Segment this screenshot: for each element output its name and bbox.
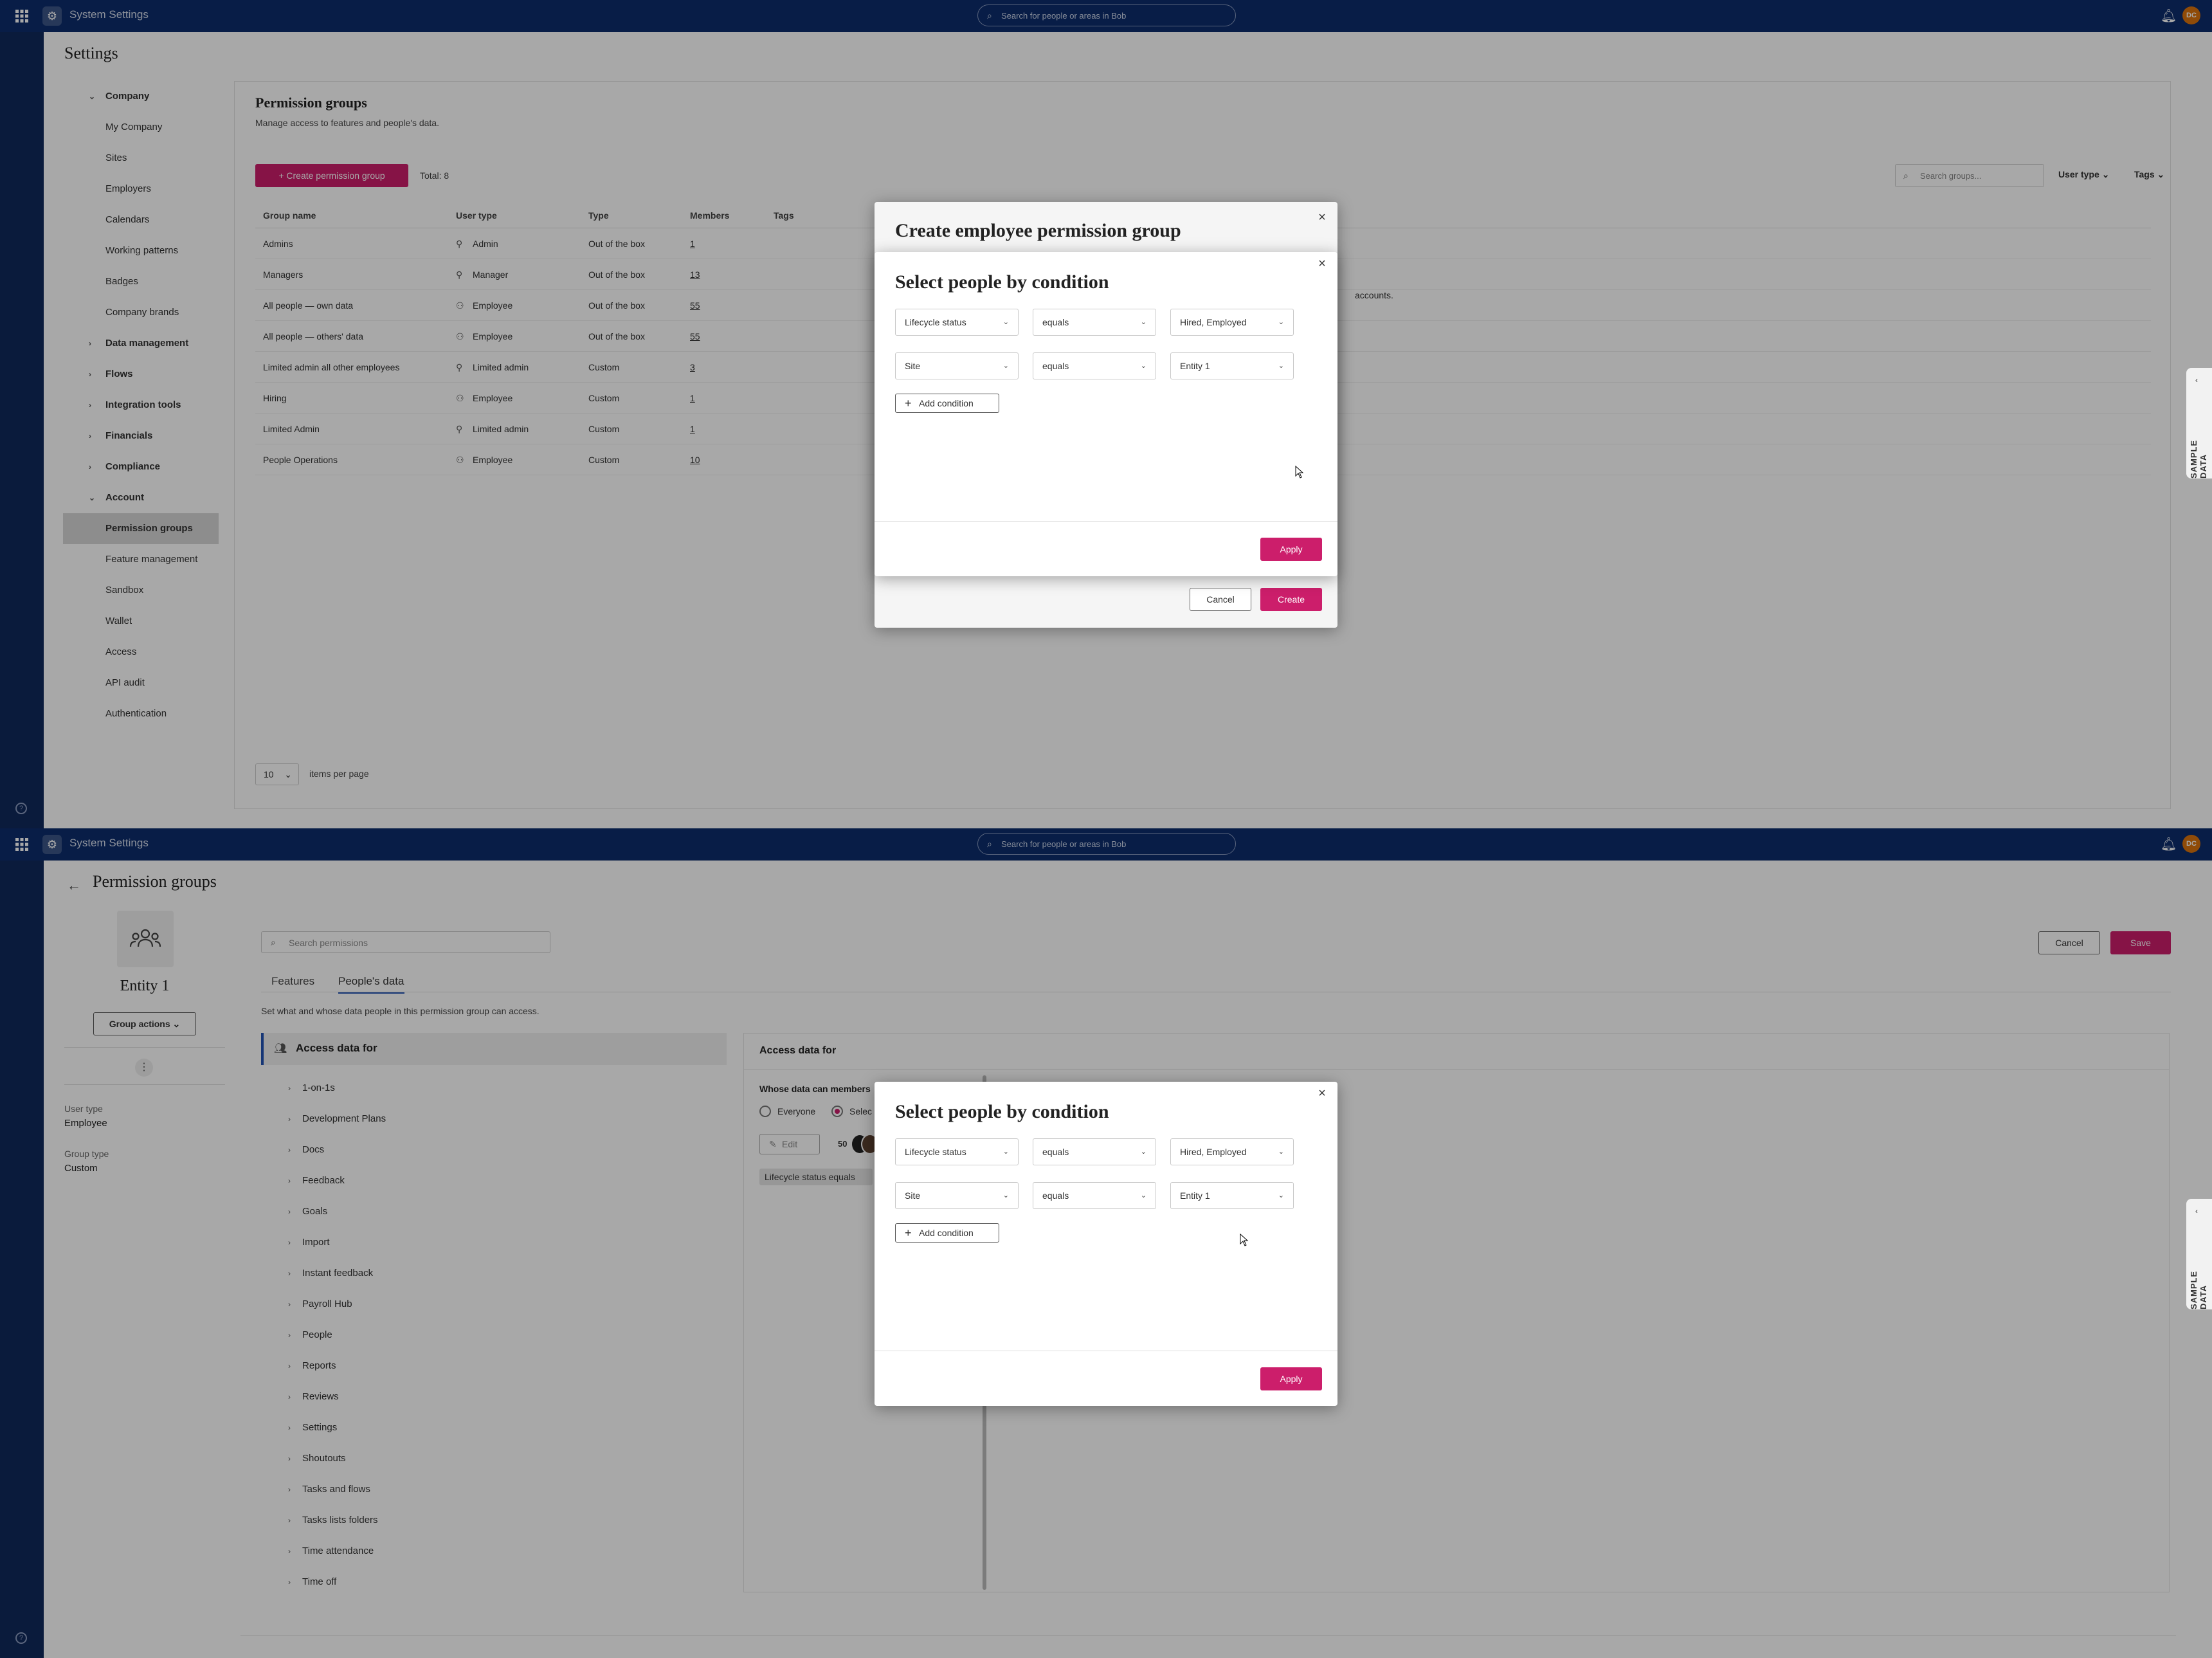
- condition-modal-title: Select people by condition: [895, 1101, 1109, 1122]
- condition-value-dropdown[interactable]: Hired, Employed ⌄: [1170, 309, 1294, 336]
- sample-data-tab[interactable]: ‹ SAMPLE DATA: [2186, 368, 2212, 478]
- select-people-condition-modal: Select people by condition × Lifecycle s…: [875, 252, 1337, 576]
- modal-footer-divider: [875, 521, 1337, 522]
- plus-icon: +: [905, 397, 912, 410]
- condition-value-value: Hired, Employed: [1180, 1147, 1247, 1157]
- condition-operator-value: equals: [1042, 1147, 1069, 1157]
- create-modal-title: Create employee permission group: [895, 220, 1181, 241]
- condition-value-dropdown[interactable]: Entity 1 ⌄: [1170, 1182, 1294, 1209]
- condition-operator-dropdown[interactable]: equals ⌄: [1033, 352, 1156, 379]
- add-condition-button[interactable]: + Add condition: [895, 1223, 999, 1243]
- chevron-down-icon: ⌄: [1002, 362, 1009, 370]
- condition-operator-dropdown[interactable]: equals ⌄: [1033, 1182, 1156, 1209]
- chevron-down-icon: ⌄: [1278, 1192, 1284, 1199]
- settings-pane: ⚙ System Settings ⌕ Search for people or…: [0, 0, 2212, 828]
- create-button[interactable]: Create: [1260, 588, 1322, 611]
- condition-modal-title: Select people by condition: [895, 271, 1109, 293]
- add-condition-label: Add condition: [919, 1228, 974, 1238]
- add-condition-label: Add condition: [919, 398, 974, 408]
- screen: ⚙ System Settings ⌕ Search for people or…: [0, 0, 2212, 1658]
- condition-operator-dropdown[interactable]: equals ⌄: [1033, 1138, 1156, 1165]
- condition-value-value: Hired, Employed: [1180, 317, 1247, 327]
- condition-operator-value: equals: [1042, 361, 1069, 371]
- chevron-left-icon: ‹: [2195, 376, 2198, 385]
- close-icon[interactable]: ×: [1316, 257, 1328, 270]
- condition-field-value: Site: [905, 361, 921, 371]
- select-people-condition-modal: Select people by condition × Lifecycle s…: [875, 1082, 1337, 1406]
- condition-value-value: Entity 1: [1180, 361, 1210, 371]
- condition-field-dropdown[interactable]: Lifecycle status ⌄: [895, 309, 1019, 336]
- condition-operator-dropdown[interactable]: equals ⌄: [1033, 309, 1156, 336]
- sample-data-label: SAMPLE DATA: [2189, 1270, 2208, 1309]
- chevron-down-icon: ⌄: [1002, 318, 1009, 326]
- add-condition-button[interactable]: + Add condition: [895, 394, 999, 413]
- condition-operator-value: equals: [1042, 1190, 1069, 1201]
- close-icon[interactable]: ×: [1316, 1087, 1328, 1100]
- chevron-down-icon: ⌄: [1002, 1192, 1009, 1199]
- chevron-down-icon: ⌄: [1140, 318, 1147, 326]
- chevron-down-icon: ⌄: [1140, 1148, 1147, 1156]
- plus-icon: +: [905, 1226, 912, 1239]
- condition-value-dropdown[interactable]: Entity 1 ⌄: [1170, 352, 1294, 379]
- cancel-button[interactable]: Cancel: [1190, 588, 1251, 611]
- condition-value-dropdown[interactable]: Hired, Employed ⌄: [1170, 1138, 1294, 1165]
- condition-field-value: Site: [905, 1190, 921, 1201]
- chevron-down-icon: ⌄: [1278, 1148, 1284, 1156]
- condition-field-dropdown[interactable]: Site ⌄: [895, 352, 1019, 379]
- condition-field-dropdown[interactable]: Lifecycle status ⌄: [895, 1138, 1019, 1165]
- chevron-left-icon: ‹: [2195, 1207, 2198, 1216]
- sample-data-tab[interactable]: ‹ SAMPLE DATA: [2186, 1199, 2212, 1309]
- close-icon[interactable]: ×: [1316, 211, 1328, 224]
- chevron-down-icon: ⌄: [1278, 318, 1284, 326]
- chevron-down-icon: ⌄: [1002, 1148, 1009, 1156]
- condition-field-dropdown[interactable]: Site ⌄: [895, 1182, 1019, 1209]
- apply-button[interactable]: Apply: [1260, 538, 1322, 561]
- condition-operator-value: equals: [1042, 317, 1069, 327]
- apply-button[interactable]: Apply: [1260, 1367, 1322, 1390]
- chevron-down-icon: ⌄: [1140, 362, 1147, 370]
- chevron-down-icon: ⌄: [1278, 362, 1284, 370]
- group-detail-pane: ⚙ System Settings ⌕ Search for people or…: [0, 828, 2212, 1658]
- sample-data-label: SAMPLE DATA: [2189, 439, 2208, 478]
- condition-field-value: Lifecycle status: [905, 1147, 966, 1157]
- mouse-cursor-icon: [1295, 466, 1304, 478]
- condition-field-value: Lifecycle status: [905, 317, 966, 327]
- chevron-down-icon: ⌄: [1140, 1192, 1147, 1199]
- mouse-cursor-icon: [1240, 1234, 1249, 1246]
- condition-value-value: Entity 1: [1180, 1190, 1210, 1201]
